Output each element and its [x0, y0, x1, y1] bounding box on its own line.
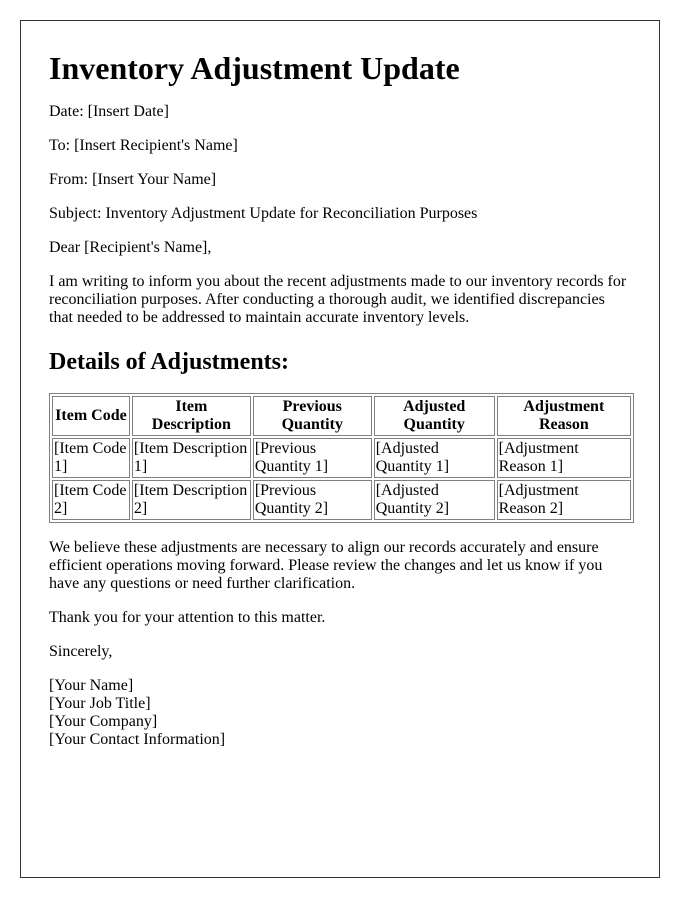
header-item-description: Item Description — [131, 396, 251, 436]
thanks-line: Thank you for your attention to this mat… — [49, 609, 326, 626]
signoff: Sincerely, — [49, 643, 113, 660]
details-heading: Details of Adjustments: — [49, 349, 289, 375]
table-row: [Item Code 2] [Item Description 2] [Prev… — [52, 480, 631, 520]
cell-item-code: [Item Code 2] — [52, 480, 130, 520]
date-line: Date: [Insert Date] — [49, 103, 169, 120]
cell-adjusted-quantity: [Adjusted Quantity 1] — [373, 438, 495, 478]
cell-adjusted-quantity: [Adjusted Quantity 2] — [373, 480, 495, 520]
signature-company: [Your Company] — [49, 713, 158, 730]
to-line: To: [Insert Recipient's Name] — [49, 137, 238, 154]
cell-adjustment-reason: [Adjustment Reason 1] — [496, 438, 631, 478]
cell-previous-quantity: [Previous Quantity 1] — [252, 438, 372, 478]
header-previous-quantity: Previous Quantity — [252, 396, 372, 436]
letter-container: Inventory Adjustment Update Date: [Inser… — [20, 20, 660, 878]
signature-job-title: [Your Job Title] — [49, 695, 151, 712]
from-line: From: [Insert Your Name] — [49, 171, 217, 188]
signature-block: [Your Name] [Your Job Title] [Your Compa… — [49, 677, 631, 749]
cell-adjustment-reason: [Adjustment Reason 2] — [496, 480, 631, 520]
table-header-row: Item Code Item Description Previous Quan… — [52, 396, 631, 436]
header-adjustment-reason: Adjustment Reason — [496, 396, 631, 436]
signature-name: [Your Name] — [49, 677, 134, 694]
subject-line: Subject: Inventory Adjustment Update for… — [49, 205, 478, 222]
letter-title: Inventory Adjustment Update — [49, 50, 460, 86]
intro-paragraph: I am writing to inform you about the rec… — [49, 273, 627, 326]
cell-item-description: [Item Description 2] — [131, 480, 251, 520]
cell-previous-quantity: [Previous Quantity 2] — [252, 480, 372, 520]
table-row: [Item Code 1] [Item Description 1] [Prev… — [52, 438, 631, 478]
cell-item-description: [Item Description 1] — [131, 438, 251, 478]
adjustments-table: Item Code Item Description Previous Quan… — [49, 393, 634, 523]
salutation: Dear [Recipient's Name], — [49, 239, 212, 256]
header-adjusted-quantity: Adjusted Quantity — [373, 396, 495, 436]
closing-paragraph: We believe these adjustments are necessa… — [49, 539, 603, 592]
cell-item-code: [Item Code 1] — [52, 438, 130, 478]
signature-contact: [Your Contact Information] — [49, 731, 226, 748]
header-item-code: Item Code — [52, 396, 130, 436]
